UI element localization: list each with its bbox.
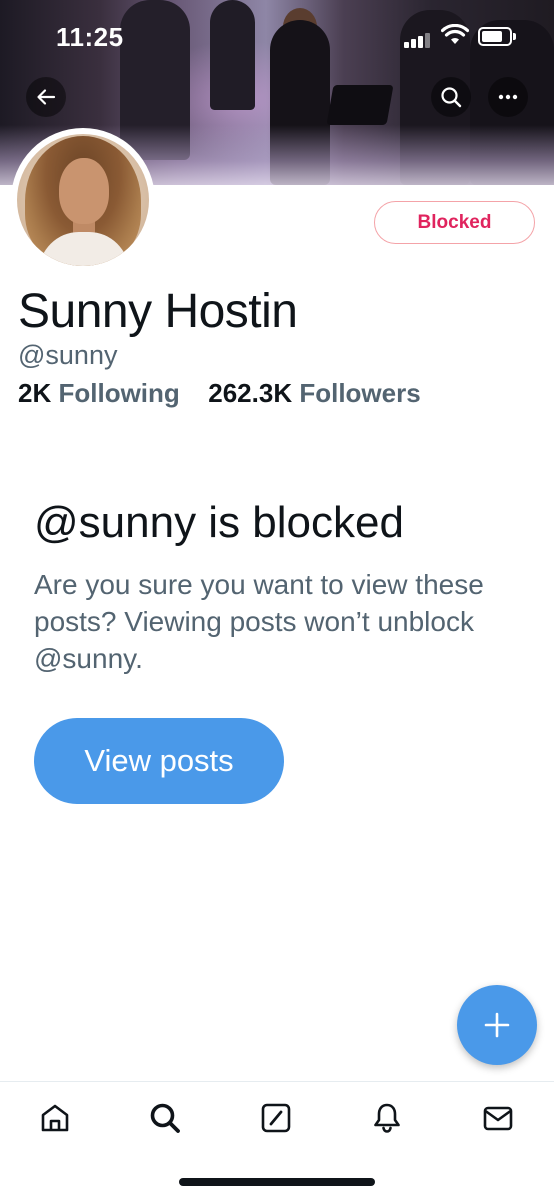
status-time: 11:25 (56, 22, 124, 52)
notifications-bell-icon (374, 1103, 400, 1133)
profile-display-name: Sunny Hostin (18, 285, 298, 338)
tab-home[interactable] (35, 1098, 75, 1138)
more-horizontal-icon (498, 94, 518, 100)
following-count: 2K (18, 378, 52, 408)
banner-stage-speaker (326, 85, 394, 125)
view-posts-button[interactable]: View posts (34, 718, 284, 804)
tab-notifications[interactable] (367, 1098, 407, 1138)
compose-icon (261, 1103, 291, 1133)
profile-handle: @sunny (18, 340, 118, 370)
more-options-button[interactable] (488, 77, 528, 117)
tab-messages[interactable] (478, 1098, 518, 1138)
cellular-signal-icon (404, 32, 430, 48)
tab-compose[interactable] (256, 1098, 296, 1138)
profile-stats: 2K Following 262.3K Followers (18, 378, 421, 409)
home-icon (41, 1104, 69, 1132)
following-link[interactable]: 2K Following (18, 378, 187, 408)
messages-envelope-icon (483, 1106, 513, 1131)
compose-fab-button[interactable] (457, 985, 537, 1065)
search-button[interactable] (431, 77, 471, 117)
followers-label: Followers (299, 378, 421, 408)
followers-count: 262.3K (208, 378, 293, 408)
home-indicator[interactable] (179, 1178, 375, 1186)
blocked-button[interactable]: Blocked (374, 201, 535, 244)
followers-link[interactable]: 262.3K Followers (208, 378, 420, 408)
avatar-photo (17, 134, 149, 266)
plus-icon (484, 1012, 510, 1038)
arrow-left-icon (37, 89, 56, 105)
battery-icon (478, 27, 516, 46)
blocked-notice-title: @sunny is blocked (34, 498, 404, 547)
blocked-notice-body: Are you sure you want to view these post… (34, 569, 484, 674)
status-bar: 11:25 (0, 0, 554, 70)
profile-avatar[interactable] (11, 128, 155, 272)
tab-search[interactable] (145, 1098, 185, 1138)
back-button[interactable] (26, 77, 66, 117)
following-label: Following (58, 378, 180, 408)
search-icon (150, 1103, 180, 1133)
search-icon (441, 87, 462, 108)
wifi-icon (441, 24, 469, 44)
